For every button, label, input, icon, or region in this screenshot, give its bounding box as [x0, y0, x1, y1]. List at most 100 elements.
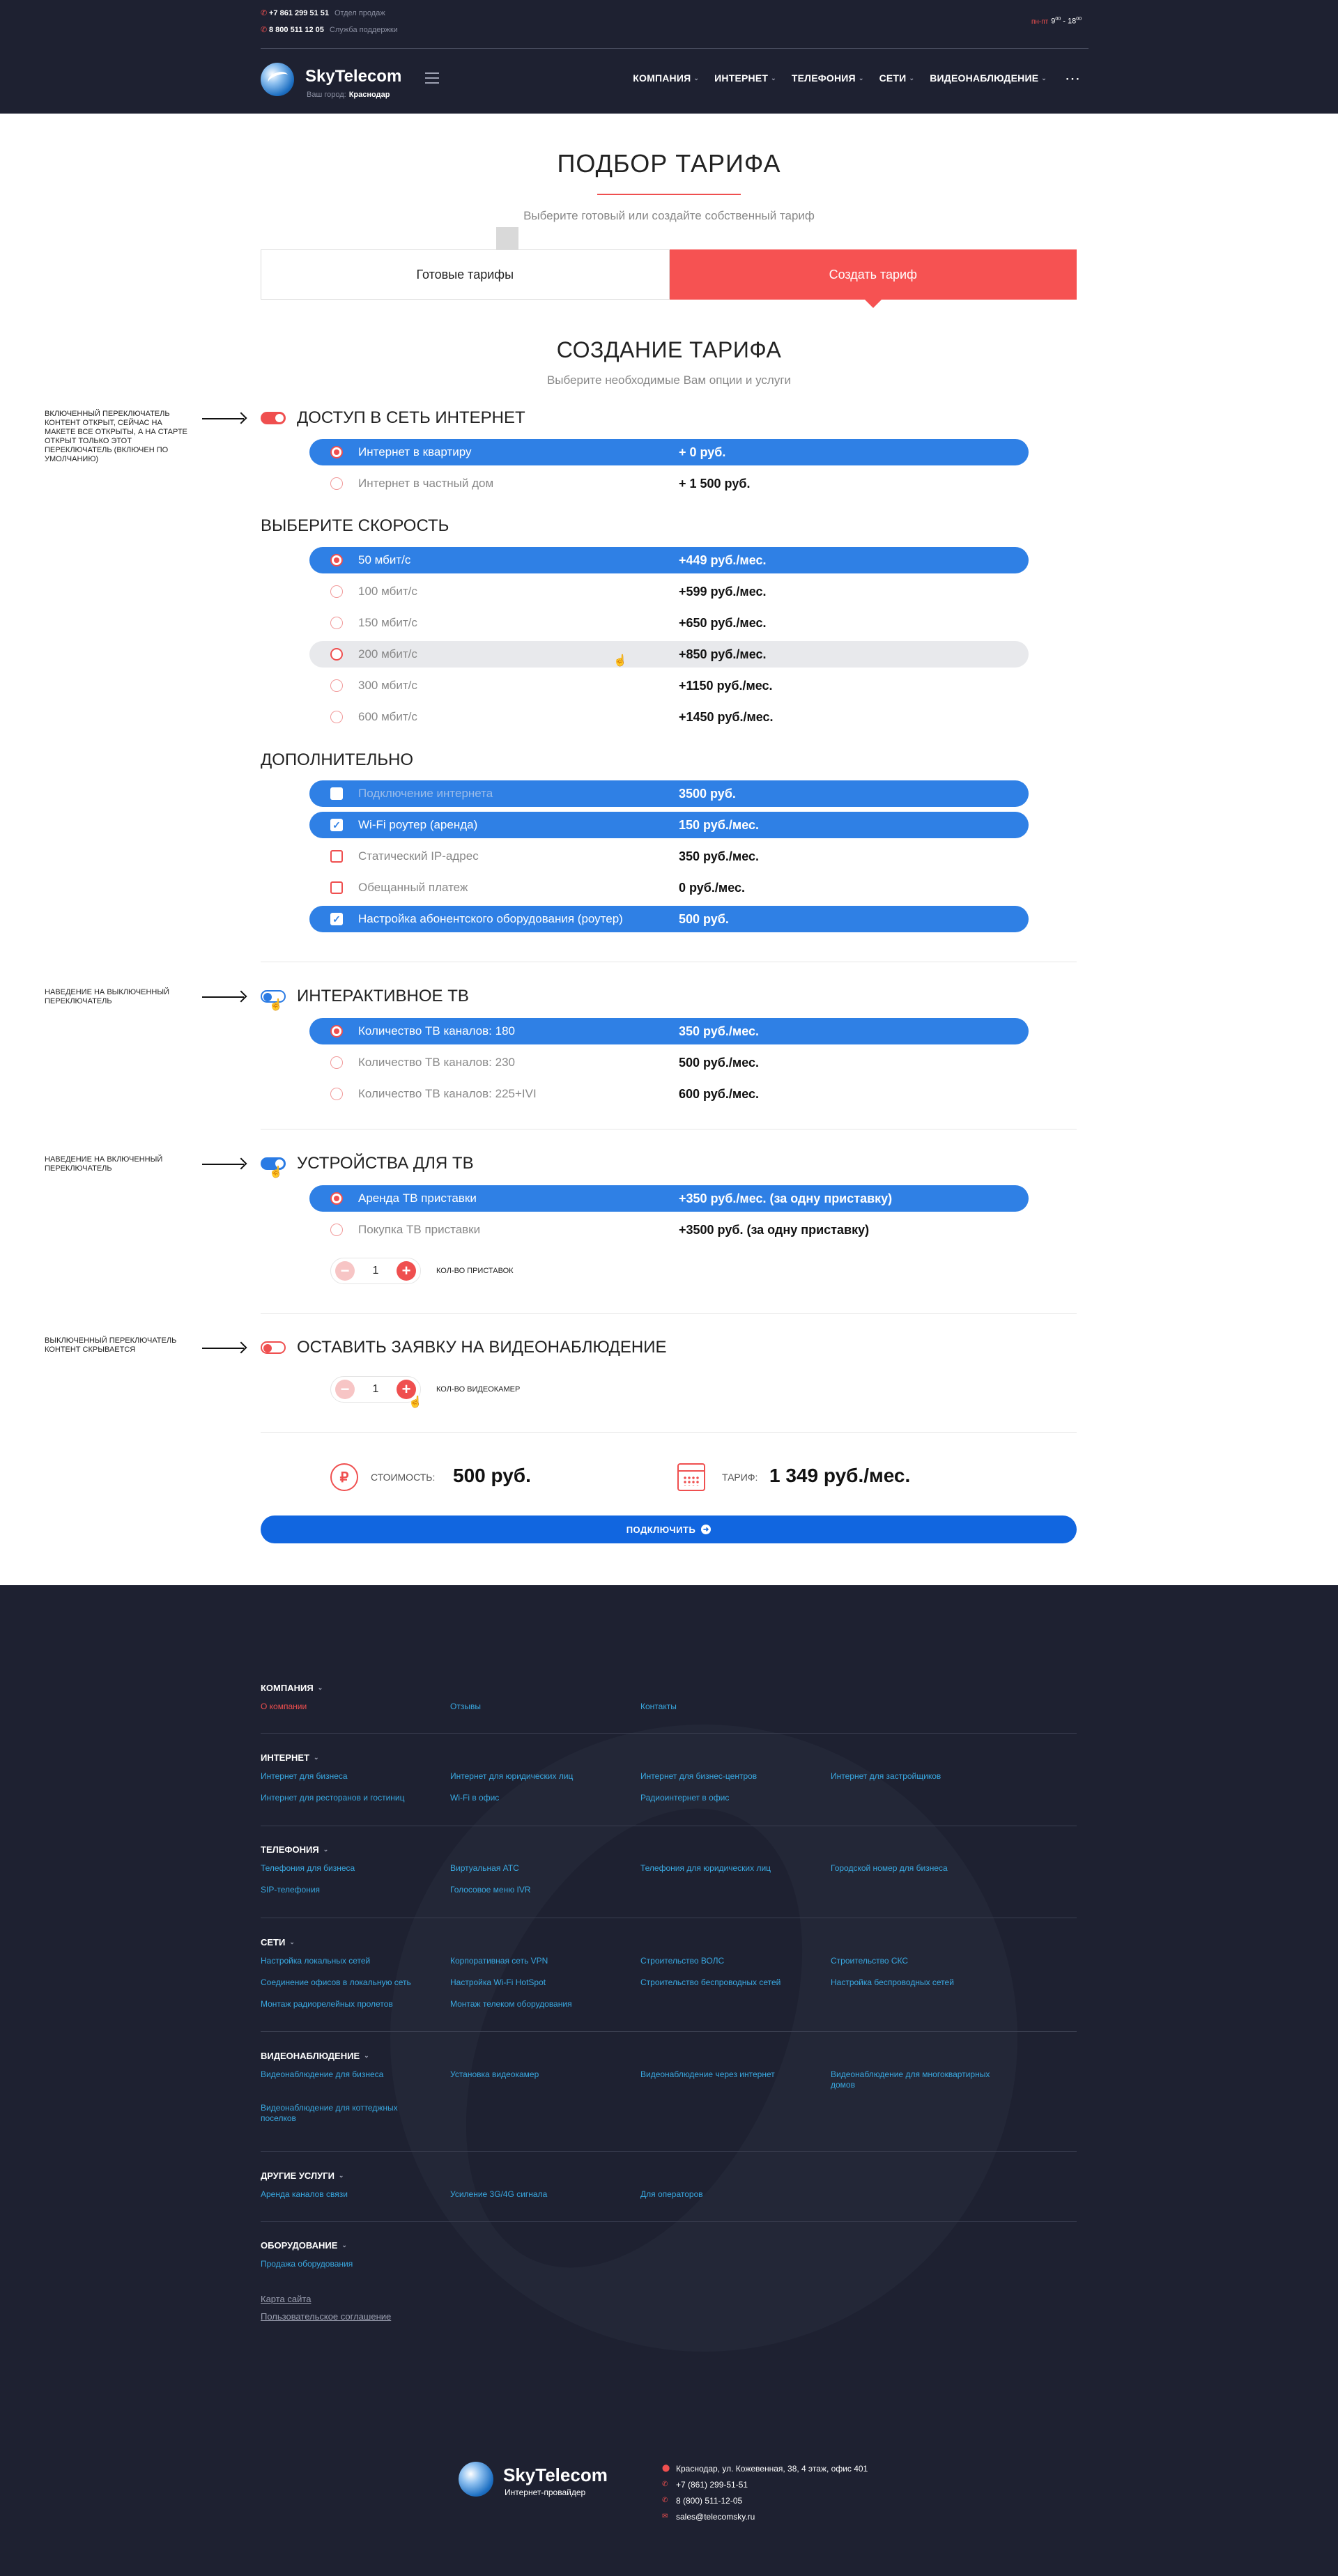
footer-group-title[interactable]: ОБОРУДОВАНИЕ ⌄ [261, 2240, 1077, 2251]
footer-link[interactable]: Wi-Fi в офис [450, 1793, 631, 1803]
footer-group-title[interactable]: ИНТЕРНЕТ ⌄ [261, 1752, 1077, 1763]
footer-link[interactable]: Соединение офисов в локальную сеть [261, 1977, 442, 1988]
speed-option[interactable]: 50 мбит/с +449 руб./мес. [309, 547, 1029, 573]
extra-option[interactable]: ✓ Настройка абонентского оборудования (р… [309, 906, 1029, 932]
sales-phone-number[interactable]: +7 861 299 51 51 [269, 9, 329, 17]
footer-link[interactable]: Строительство СКС [831, 1956, 1012, 1966]
quantity-value[interactable]: 1 [373, 1383, 379, 1396]
footer-group-title[interactable]: КОМПАНИЯ ⌄ [261, 1683, 1077, 1693]
checkbox[interactable]: ✓ [330, 819, 343, 831]
sitemap-link[interactable]: Карта сайта [261, 2294, 311, 2304]
tv-option[interactable]: Количество ТВ каналов: 180 350 руб./мес. [309, 1018, 1029, 1044]
radio-button[interactable] [330, 1088, 343, 1100]
footer-link[interactable]: Интернет для бизнес-центров [640, 1771, 822, 1782]
radio-button[interactable] [330, 554, 343, 566]
speed-option-hovered[interactable]: 200 мбит/с +850 руб./мес. [309, 641, 1029, 668]
tab-ready-tariffs[interactable]: Готовые тарифы [261, 249, 670, 300]
footer-link[interactable]: Интернет для ресторанов и гостиниц [261, 1793, 442, 1803]
speed-option[interactable]: 150 мбит/с +650 руб./мес. [309, 610, 1029, 636]
footer-link[interactable]: О компании [261, 1702, 442, 1712]
footer-brand-name[interactable]: SkyTelecom [503, 2465, 608, 2486]
internet-toggle[interactable] [261, 412, 286, 424]
city-value[interactable]: Краснодар [349, 91, 390, 99]
radio-button[interactable] [330, 446, 343, 458]
tab-create-tariff[interactable]: Создать тариф [669, 249, 1077, 308]
footer-link[interactable]: Голосовое меню IVR [450, 1885, 631, 1895]
footer-group-title[interactable]: ВИДЕОНАБЛЮДЕНИЕ ⌄ [261, 2051, 1077, 2061]
menu-internet[interactable]: ИНТЕРНЕТ ⌄ [714, 72, 776, 84]
footer-logo-icon[interactable] [459, 2462, 493, 2497]
menu-video[interactable]: ВИДЕОНАБЛЮДЕНИЕ ⌄ [930, 72, 1047, 84]
footer-contact-phone[interactable]: ✆ +7 (861) 299-51-51 [662, 2476, 868, 2492]
footer-link[interactable]: Видеонаблюдение для бизнеса [261, 2069, 442, 2080]
footer-link[interactable]: SIP-телефония [261, 1885, 442, 1895]
extra-option[interactable]: Статический IP-адрес 350 руб./мес. [309, 843, 1029, 870]
footer-link[interactable]: Усиление 3G/4G сигнала [450, 2189, 631, 2200]
footer-group-title[interactable]: ДРУГИЕ УСЛУГИ ⌄ [261, 2170, 1077, 2181]
footer-link[interactable]: Видеонаблюдение для многоквартирных домо… [831, 2069, 1005, 2090]
contact-text[interactable]: 8 (800) 511-12-05 [676, 2496, 742, 2506]
radio-button[interactable] [330, 585, 343, 598]
footer-link[interactable]: Телефония для бизнеса [261, 1863, 442, 1874]
menu-networks[interactable]: СЕТИ ⌄ [879, 72, 915, 84]
speed-option[interactable]: 300 мбит/с +1150 руб./мес. [309, 672, 1029, 699]
video-toggle[interactable] [261, 1341, 286, 1354]
brand-name[interactable]: SkyTelecom [305, 67, 401, 86]
footer-link[interactable]: Радиоинтернет в офис [640, 1793, 822, 1803]
footer-link[interactable]: Отзывы [450, 1702, 631, 1712]
radio-button[interactable] [330, 477, 343, 490]
minus-icon[interactable]: − [335, 1380, 355, 1399]
footer-link[interactable]: Установка видеокамер [450, 2069, 631, 2080]
footer-link[interactable]: Настройка локальных сетей [261, 1956, 442, 1966]
extra-option[interactable]: Обещанный платеж 0 руб./мес. [309, 874, 1029, 901]
footer-link[interactable]: Для операторов [640, 2189, 822, 2200]
devices-option[interactable]: Покупка ТВ приставки +3500 руб. (за одну… [309, 1217, 1029, 1243]
contact-text[interactable]: +7 (861) 299-51-51 [676, 2480, 748, 2490]
footer-group-title[interactable]: СЕТИ ⌄ [261, 1937, 1077, 1948]
devices-option[interactable]: Аренда ТВ приставки +350 руб./мес. (за о… [309, 1185, 1029, 1212]
checkbox[interactable]: ✓ [330, 913, 343, 925]
footer-link[interactable]: Видеонаблюдение через интернет [640, 2069, 822, 2080]
contact-text[interactable]: sales@telecomsky.ru [676, 2512, 755, 2522]
tv-option[interactable]: Количество ТВ каналов: 225+IVI 600 руб./… [309, 1081, 1029, 1107]
footer-link[interactable]: Интернет для юридических лиц [450, 1771, 631, 1782]
footer-link[interactable]: Городской номер для бизнеса [831, 1863, 1012, 1874]
menu-company[interactable]: КОМПАНИЯ ⌄ [633, 72, 699, 84]
internet-option[interactable]: Интернет в частный дом + 1 500 руб. [309, 470, 1029, 497]
connect-button[interactable]: ПОДКЛЮЧИТЬ ➜ [261, 1515, 1077, 1543]
extra-option[interactable]: Подключение интернета 3500 руб. [309, 780, 1029, 807]
radio-button[interactable] [330, 1025, 343, 1038]
footer-group-title[interactable]: ТЕЛЕФОНИЯ ⌄ [261, 1844, 1077, 1855]
footer-link[interactable]: Виртуальная АТС [450, 1863, 631, 1874]
radio-button[interactable] [330, 711, 343, 723]
menu-telephony[interactable]: ТЕЛЕФОНИЯ ⌄ [792, 72, 864, 84]
footer-link[interactable]: Строительство ВОЛС [640, 1956, 822, 1966]
burger-menu-icon[interactable] [425, 72, 439, 84]
checkbox[interactable] [330, 850, 343, 863]
city-selector[interactable]: Ваш город: Краснодар [307, 91, 390, 99]
footer-link[interactable]: Интернет для застройщиков [831, 1771, 1012, 1782]
footer-link[interactable]: Настройка Wi-Fi HotSpot [450, 1977, 631, 1988]
footer-link[interactable]: Видеонаблюдение для коттеджных поселков [261, 2103, 414, 2124]
support-phone[interactable]: ✆ 8 800 511 12 05 Служба поддержки [261, 25, 398, 35]
plus-icon[interactable]: + [397, 1261, 416, 1281]
footer-link[interactable]: Аренда каналов связи [261, 2189, 442, 2200]
radio-button[interactable] [330, 1224, 343, 1236]
user-agreement-link[interactable]: Пользовательское соглашение [261, 2311, 391, 2322]
footer-link[interactable]: Телефония для юридических лиц [640, 1863, 822, 1874]
tv-option[interactable]: Количество ТВ каналов: 230 500 руб./мес. [309, 1049, 1029, 1076]
extra-option[interactable]: ✓ Wi-Fi роутер (аренда) 150 руб./мес. [309, 812, 1029, 838]
footer-link[interactable]: Продажа оборудования [261, 2259, 442, 2269]
speed-option[interactable]: 600 мбит/с +1450 руб./мес. [309, 704, 1029, 730]
more-menu-icon[interactable]: ⋯ [1065, 70, 1082, 88]
speed-option[interactable]: 100 мбит/с +599 руб./мес. [309, 578, 1029, 605]
footer-link[interactable]: Корпоративная сеть VPN [450, 1956, 631, 1966]
footer-link[interactable]: Интернет для бизнеса [261, 1771, 442, 1782]
footer-contact-email[interactable]: ✉ sales@telecomsky.ru [662, 2508, 868, 2524]
radio-button[interactable] [330, 679, 343, 692]
radio-button[interactable] [330, 1056, 343, 1069]
radio-button[interactable] [330, 617, 343, 629]
camera-quantity-stepper[interactable]: − 1 + [330, 1376, 421, 1403]
footer-link[interactable]: Строительство беспроводных сетей [640, 1977, 822, 1988]
footer-contact-phone[interactable]: ✆ 8 (800) 511-12-05 [662, 2492, 868, 2508]
